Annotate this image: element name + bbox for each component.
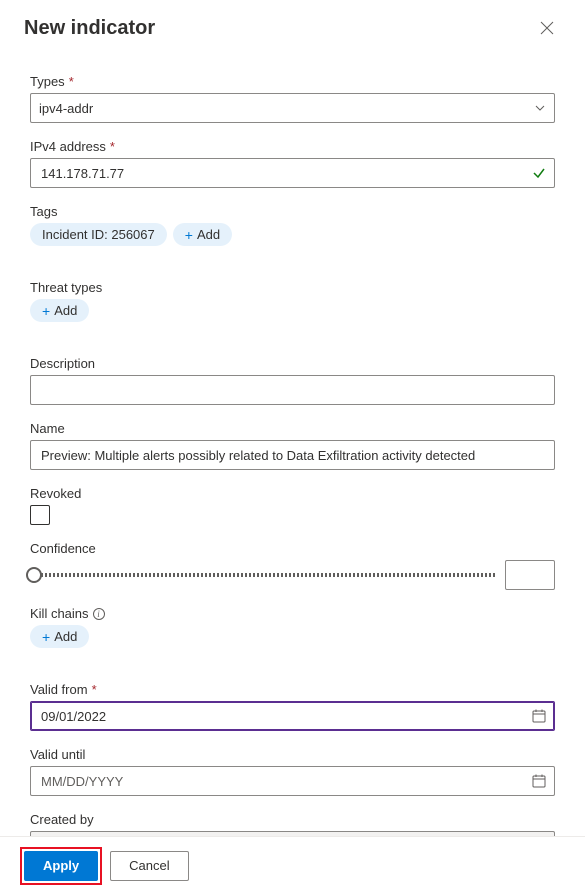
confidence-value-box[interactable] — [505, 560, 555, 590]
select-types-value: ipv4-addr — [39, 101, 93, 116]
close-icon — [540, 21, 554, 35]
label-tags-text: Tags — [30, 204, 57, 219]
kill-chains-add-text: Add — [54, 629, 77, 644]
checkmark-icon — [532, 166, 546, 180]
label-kill-chains: Kill chains i — [30, 606, 555, 621]
required-asterisk: * — [92, 682, 97, 697]
label-confidence-text: Confidence — [30, 541, 96, 556]
field-types: Types * ipv4-addr — [30, 74, 555, 123]
field-ipv4: IPv4 address * — [30, 139, 555, 188]
plus-icon: + — [185, 228, 193, 242]
label-name: Name — [30, 421, 555, 436]
kill-chains-add-button[interactable]: + Add — [30, 625, 89, 648]
label-name-text: Name — [30, 421, 65, 436]
chevron-down-icon — [534, 102, 546, 114]
field-confidence: Confidence — [30, 541, 555, 590]
tag-add-text: Add — [197, 227, 220, 242]
label-valid-from-text: Valid from — [30, 682, 88, 697]
label-description: Description — [30, 356, 555, 371]
label-description-text: Description — [30, 356, 95, 371]
calendar-icon[interactable] — [532, 709, 546, 723]
field-created-by: Created by — [30, 812, 555, 836]
panel-title: New indicator — [24, 17, 155, 40]
label-created-by-text: Created by — [30, 812, 94, 827]
cancel-button[interactable]: Cancel — [110, 851, 188, 881]
field-description: Description — [30, 356, 555, 405]
input-valid-until-field[interactable] — [39, 767, 546, 795]
threat-types-add-button[interactable]: + Add — [30, 299, 89, 322]
label-types-text: Types — [30, 74, 65, 89]
tag-chip-text: Incident ID: 256067 — [42, 227, 155, 242]
tags-row: Incident ID: 256067 + Add — [30, 223, 555, 246]
tag-chip[interactable]: Incident ID: 256067 — [30, 223, 167, 246]
field-name: Name — [30, 421, 555, 470]
field-tags: Tags Incident ID: 256067 + Add — [30, 204, 555, 246]
required-asterisk: * — [110, 139, 115, 154]
input-valid-until[interactable] — [30, 766, 555, 796]
confidence-slider-thumb[interactable] — [26, 567, 42, 583]
label-revoked-text: Revoked — [30, 486, 81, 501]
tag-add-button[interactable]: + Add — [173, 223, 232, 246]
plus-icon: + — [42, 304, 50, 318]
threat-types-add-text: Add — [54, 303, 77, 318]
input-description-field[interactable] — [39, 376, 546, 404]
plus-icon: + — [42, 630, 50, 644]
input-valid-from-field[interactable] — [39, 702, 546, 730]
label-valid-until: Valid until — [30, 747, 555, 762]
confidence-slider-row — [30, 560, 555, 590]
input-name[interactable] — [30, 440, 555, 470]
field-valid-from: Valid from * — [30, 682, 555, 731]
label-ipv4-text: IPv4 address — [30, 139, 106, 154]
required-asterisk: * — [69, 74, 74, 89]
label-revoked: Revoked — [30, 486, 555, 501]
input-ipv4-field[interactable] — [39, 159, 546, 187]
kill-chains-row: + Add — [30, 625, 555, 648]
input-name-field[interactable] — [39, 441, 546, 469]
footer: Apply Cancel — [0, 836, 585, 894]
form-scroll-area[interactable]: Types * ipv4-addr IPv4 address * Tags — [0, 54, 585, 836]
input-valid-from[interactable] — [30, 701, 555, 731]
panel-header: New indicator — [0, 0, 585, 50]
threat-types-row: + Add — [30, 299, 555, 322]
field-threat-types: Threat types + Add — [30, 280, 555, 322]
field-valid-until: Valid until — [30, 747, 555, 796]
close-button[interactable] — [533, 14, 561, 42]
label-valid-until-text: Valid until — [30, 747, 85, 762]
label-confidence: Confidence — [30, 541, 555, 556]
apply-highlight-box: Apply — [20, 847, 102, 885]
calendar-icon[interactable] — [532, 774, 546, 788]
select-types[interactable]: ipv4-addr — [30, 93, 555, 123]
input-ipv4[interactable] — [30, 158, 555, 188]
label-threat-types-text: Threat types — [30, 280, 102, 295]
label-kill-chains-text: Kill chains — [30, 606, 89, 621]
info-icon[interactable]: i — [93, 608, 105, 620]
label-created-by: Created by — [30, 812, 555, 827]
field-revoked: Revoked — [30, 486, 555, 525]
checkbox-revoked[interactable] — [30, 505, 50, 525]
label-types: Types * — [30, 74, 555, 89]
label-threat-types: Threat types — [30, 280, 555, 295]
field-kill-chains: Kill chains i + Add — [30, 606, 555, 648]
label-tags: Tags — [30, 204, 555, 219]
input-description[interactable] — [30, 375, 555, 405]
label-ipv4: IPv4 address * — [30, 139, 555, 154]
confidence-slider[interactable] — [30, 573, 495, 577]
label-valid-from: Valid from * — [30, 682, 555, 697]
apply-button[interactable]: Apply — [24, 851, 98, 881]
